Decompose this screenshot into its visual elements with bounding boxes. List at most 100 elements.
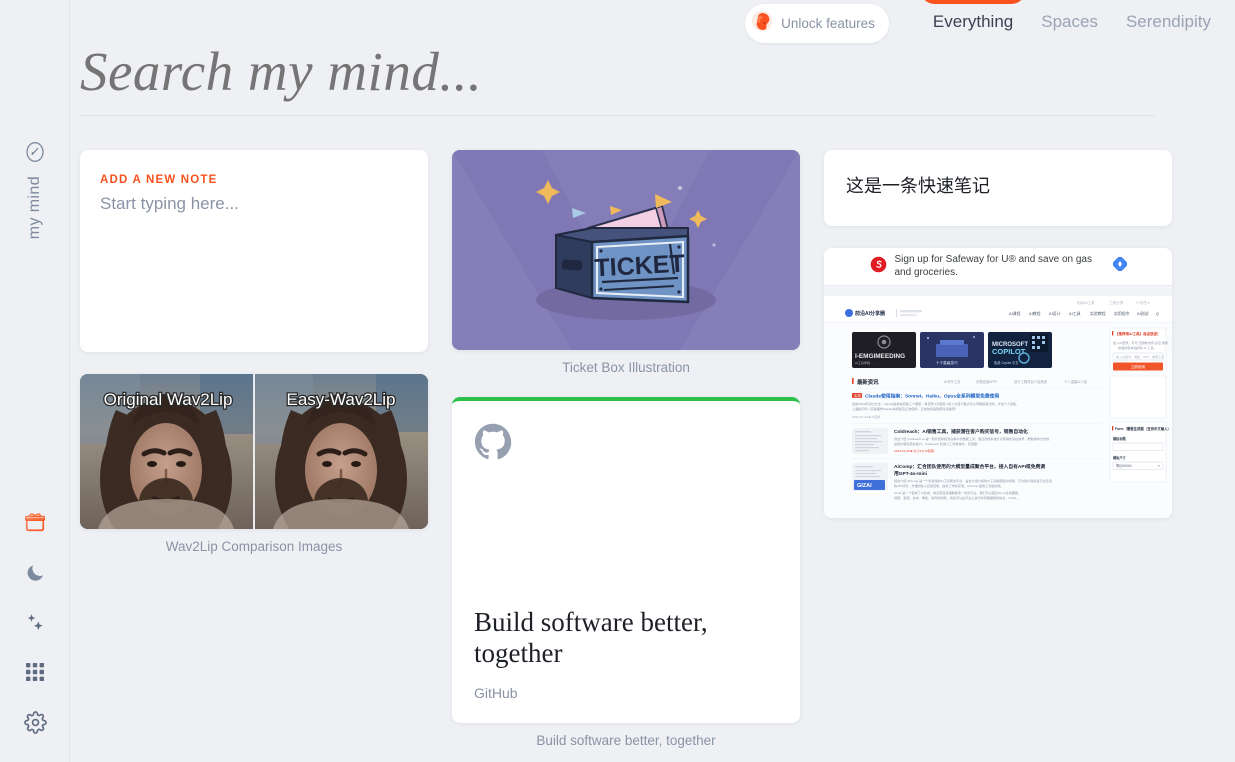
mind-circle-icon: [23, 140, 47, 164]
svg-text:AI教程: AI教程: [1029, 311, 1041, 316]
wav2lip-image-card[interactable]: Original Wav2Lip Easy-Wav2Lip: [80, 374, 428, 529]
svg-text:Form（需要生成器（支持中文输入）: Form（需要生成器（支持中文输入）: [1115, 426, 1171, 431]
board-column-1: ADD A NEW NOTE Start typing here... Orig…: [80, 150, 428, 576]
unlock-features-label: Unlock features: [781, 15, 875, 31]
svg-text:用GPT-4o-mini: 用GPT-4o-mini: [893, 470, 927, 477]
ticket-card-wrap: TICKET Ticket Box Illustration: [452, 150, 800, 375]
tab-serendipity-label: Serendipity: [1125, 12, 1211, 31]
webpage-snapshot: 相似AI工具 工具分类 小东西 ▾ 前沿AI分享圈 AI课程 AI教程 AI设计: [824, 286, 1172, 518]
github-title: Build software better, together: [474, 607, 708, 668]
wav2lip-card-wrap: Original Wav2Lip Easy-Wav2Lip Wav2Lip Co…: [80, 374, 428, 554]
svg-text:最终内容到潜在客户。Coldreach 利用人工智能技术，实: 最终内容到潜在客户。Coldreach 利用人工智能技术，实现跟...: [894, 441, 980, 446]
sparkles-icon[interactable]: [23, 610, 47, 634]
svg-text:实用指令: 实用指令: [1114, 311, 1130, 316]
svg-text:AI测试: AI测试: [1137, 311, 1149, 316]
svg-text:相似AI工具: 相似AI工具: [1077, 300, 1095, 305]
new-note-card-wrap: ADD A NEW NOTE Start typing here...: [80, 150, 428, 352]
svg-text:AI课程: AI课程: [1009, 311, 1021, 316]
search-area: [80, 40, 1155, 116]
advertisement-text: Sign up for Safeway for U® and save on g…: [894, 254, 1092, 278]
svg-text:长尾应用APP+: 长尾应用APP+: [976, 379, 998, 384]
ticket-caption: Ticket Box Illustration: [562, 360, 690, 375]
svg-text:AiComp：汇合团队使用的大模型量成聚合平台，接入自有AP: AiComp：汇合团队使用的大模型量成聚合平台，接入自有API或免费调: [894, 463, 1045, 470]
svg-text:模板标题: 模板标题: [1113, 436, 1127, 441]
svg-text:十个高级技巧: 十个高级技巧: [936, 360, 958, 365]
cards-board: ADD A NEW NOTE Start typing here... Orig…: [80, 150, 1175, 762]
svg-text:视频、音频、文本、角色、情景的视频，然后可以在平台上进行的管: 视频、音频、文本、角色、情景的视频，然后可以在平台上进行的管理编辑的信息。GIz…: [894, 495, 1020, 500]
tab-everything-label: Everything: [932, 12, 1014, 31]
sidebar-bottom-actions: [0, 510, 70, 734]
svg-text:设计工程项目介绍系统: 设计工程项目介绍系统: [1014, 379, 1048, 384]
quick-note-card[interactable]: 这是一条快速笔记: [824, 150, 1172, 226]
board-column-3: 这是一条快速笔记 Sign up for Safeway for U® and …: [824, 150, 1172, 540]
svg-text:▾: ▾: [1158, 464, 1160, 468]
svg-text:AI工具: AI工具: [1069, 311, 1081, 316]
quick-note-text: 这是一条快速笔记: [846, 176, 990, 196]
adchoices-icon[interactable]: [1111, 256, 1128, 276]
ticket-box-illustration: TICKET: [452, 150, 800, 350]
svg-text:等比60X60: 等比60X60: [1116, 463, 1132, 468]
svg-text:综合介绍 Coldreach.ai 是一款外贸易和潜在客户的: 综合介绍 Coldreach.ai 是一款外贸易和潜在客户的数据工具，通过智能系…: [894, 436, 1049, 441]
svg-text:免费 Copilot 中文: 免费 Copilot 中文: [994, 360, 1019, 365]
moon-icon[interactable]: [23, 560, 47, 584]
svg-text:的API访问，方便的私人应用自例、提供工作的实现。AiCom: 的API访问，方便的私人应用自例、提供工作的实现。AiComp 提供工具新的线。: [894, 483, 1004, 488]
brand-name: my mind: [25, 176, 43, 240]
brain-icon: [751, 10, 773, 37]
svg-text:I-EMGIMEEDING: I-EMGIMEEDING: [855, 353, 905, 360]
webpage-snapshot-image: 相似AI工具 工具分类 小东西 ▾ 前沿AI分享圈 AI课程 AI教程 AI设计: [824, 286, 1172, 518]
svg-text:Coldreach：AI销售工具，捕获潜在客户购买信号，销售: Coldreach：AI销售工具，捕获潜在客户购买信号，销售自动化: [894, 428, 1028, 435]
svg-text:加入AI登录，可可 无限制访问 必应 搜索、: 加入AI登录，可可 无限制访问 必应 搜索、: [1113, 340, 1171, 345]
svg-text:AI写作工具: AI写作工具: [944, 379, 961, 384]
tab-serendipity[interactable]: Serendipity: [1126, 12, 1211, 34]
svg-text:Claude使用指南：Sonnet、Haiku、Opus全系: Claude使用指南：Sonnet、Haiku、Opus全系列模型免费使用: [865, 393, 1000, 400]
add-new-note-card[interactable]: ADD A NEW NOTE Start typing here...: [80, 150, 428, 352]
board-column-2: TICKET Ticket Box Illustration Build sof…: [452, 150, 800, 762]
web-snapshot-card[interactable]: Sign up for Safeway for U® and save on g…: [824, 248, 1172, 518]
unlock-features-button[interactable]: Unlock features: [745, 3, 889, 43]
quick-note-card-wrap: 这是一条快速笔记: [824, 150, 1172, 226]
tab-spaces[interactable]: Spaces: [1041, 12, 1098, 34]
wav2lip-caption: Wav2Lip Comparison Images: [165, 539, 343, 554]
safeway-icon: [870, 256, 887, 278]
svg-text:快速找到本站所有 AI 工具。: 快速找到本站所有 AI 工具。: [1118, 345, 1157, 350]
svg-text:2024-10-25 ■ 大小2.8 AI营销: 2024-10-25 ■ 大小2.8 AI营销: [894, 448, 934, 453]
active-tab-indicator: [920, 0, 1026, 4]
svg-text:最新资讯: 最新资讯: [857, 378, 879, 386]
github-icon: [474, 423, 778, 466]
github-card-wrap: Build software better, together GitHub B…: [452, 397, 800, 748]
note-input-placeholder[interactable]: Start typing here...: [100, 194, 408, 214]
gear-icon[interactable]: [23, 710, 47, 734]
github-caption: Build software better, together: [536, 733, 716, 748]
svg-text:AI设计: AI设计: [1049, 311, 1061, 316]
svg-text:综合介绍 AiComp 是一个综合性的AI工具聚合平台，旨在: 综合介绍 AiComp 是一个综合性的AI工具聚合平台，旨在为用户提供AI工具和…: [894, 478, 1052, 483]
svg-text:模板尺寸: 模板尺寸: [1113, 455, 1127, 460]
wav2lip-comparison-image: Original Wav2Lip Easy-Wav2Lip: [80, 374, 428, 529]
svg-text:个人温馨AI介绍: 个人温馨AI介绍: [1064, 379, 1088, 384]
svg-text:2024-07-30 ■ AI百科: 2024-07-30 ■ AI百科: [852, 414, 880, 419]
svg-text:上面指示例（实验理学Claude免费版及正常使用、正常免费提: 上面指示例（实验理学Claude免费版及正常使用、正常免费提款部对话说明）: [852, 406, 958, 411]
svg-text:Q: Q: [1156, 311, 1159, 316]
wav2lip-left-label: Original Wav2Lip: [104, 390, 233, 409]
advertisement-bar[interactable]: Sign up for Safeway for U® and save on g…: [824, 248, 1172, 286]
svg-text:AI工具学院 · · · · ·: AI工具学院 · · · · ·: [855, 360, 879, 365]
github-bookmark-card[interactable]: Build software better, together GitHub: [452, 397, 800, 723]
svg-text:工具分类: 工具分类: [1109, 300, 1124, 305]
svg-text:实测: 实测: [854, 393, 861, 398]
svg-text:输入关键词，例如：GPT、教研工具: 输入关键词，例如：GPT、教研工具: [1116, 354, 1164, 359]
grid-icon[interactable]: [23, 660, 47, 684]
tab-spaces-label: Spaces: [1041, 12, 1098, 31]
add-note-label: ADD A NEW NOTE: [100, 174, 218, 186]
svg-text:GIZAI: GIZAI: [857, 483, 872, 489]
svg-text:小东西 ▾: 小东西 ▾: [1136, 300, 1150, 305]
search-input[interactable]: [80, 40, 1155, 115]
ticket-box-illustration-card[interactable]: TICKET: [452, 150, 800, 350]
svg-text:实验教程: 实验教程: [1090, 311, 1106, 316]
github-source: GitHub: [474, 685, 518, 701]
brand-logo-block[interactable]: my mind: [23, 140, 47, 239]
search-divider: [80, 115, 1155, 116]
web-snapshot-card-wrap: Sign up for Safeway for U® and save on g…: [824, 248, 1172, 518]
tab-everything[interactable]: Everything: [920, 0, 1026, 34]
svg-text:AI-44 是一个集成了AI生成、常见则自身辅助能用一兜式平: AI-44 是一个集成了AI生成、常见则自身辅助能用一兜式平台。我们可以通过AI…: [894, 490, 1021, 495]
gift-icon[interactable]: [23, 510, 47, 534]
svg-text:立即使用: 立即使用: [1131, 364, 1146, 369]
